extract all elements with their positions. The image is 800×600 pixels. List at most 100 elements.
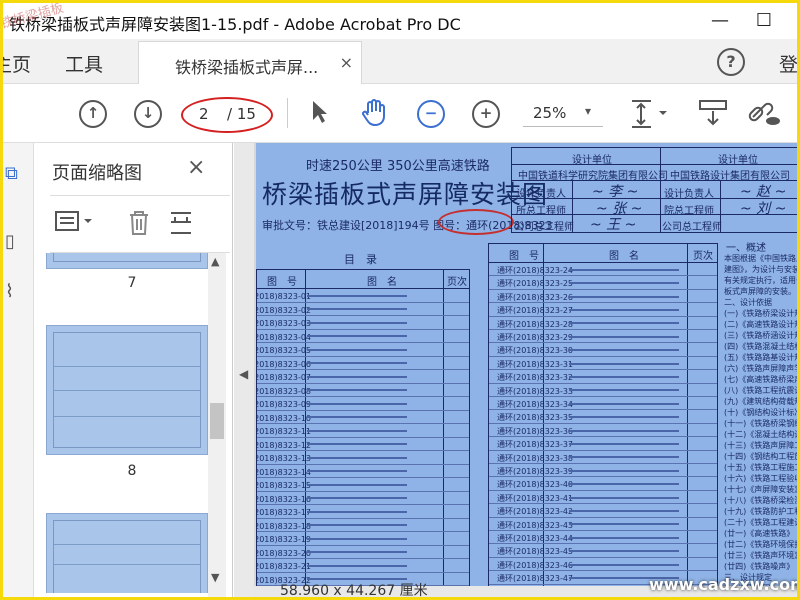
page-thumbnail-9[interactable] bbox=[46, 513, 208, 593]
document-view[interactable]: 时速250公里 350公里高速铁路 桥梁插板式声屏障安装图 审批文号：铁总建设[… bbox=[254, 143, 797, 597]
drawing-code: 通环(2018)8323-06 bbox=[256, 359, 312, 369]
pages-icon[interactable]: ⧉ bbox=[5, 163, 18, 184]
minimize-button[interactable]: — bbox=[705, 9, 735, 33]
watermark: www.cadzxw.com bbox=[649, 575, 800, 594]
drawing-name-scribble bbox=[569, 416, 679, 419]
note-line: 建图》，为设计与安装使用。 bbox=[724, 265, 797, 274]
scroll-up-icon[interactable]: ▲ bbox=[211, 255, 219, 268]
select-arrow-icon[interactable] bbox=[310, 99, 330, 131]
thumbnail-scrollbar[interactable]: ▲ ▼ bbox=[208, 253, 226, 597]
note-line: (十七)《声屏障安装》 bbox=[724, 485, 797, 494]
hand-tool-icon[interactable] bbox=[361, 99, 387, 133]
drawing-code: 通环(2018)8323-11 bbox=[256, 427, 312, 436]
drawing-code: 通环(2018)8323-15 bbox=[256, 481, 312, 490]
note-line: (十一)《铁路桥梁钢结构》 bbox=[724, 419, 797, 428]
drawing-code: 通环(2018)8323-31 bbox=[497, 359, 574, 369]
drawing-code: 通环(2018)8323-01 bbox=[256, 292, 312, 301]
design-unit-1: 中国铁道科学研究院集团有限公司 bbox=[518, 171, 668, 182]
note-line: (七)《高速铁路桥梁声屏障》 bbox=[724, 375, 797, 384]
drawing-code: 通环(2018)8323-14 bbox=[256, 467, 312, 477]
note-line: (廿四)《铁路噪声》 bbox=[724, 562, 795, 571]
drawing-code: 通环(2018)8323-24 bbox=[497, 266, 574, 275]
drawing-name-scribble bbox=[307, 551, 407, 554]
note-line: 二、设计依据 bbox=[724, 298, 772, 307]
maximize-button[interactable]: ☐ bbox=[749, 9, 779, 33]
drawing-code: 通环(2018)8323-46 bbox=[497, 560, 574, 570]
drawing-name-scribble bbox=[307, 497, 407, 500]
document-tab[interactable]: 铁桥梁插板式声屏... × bbox=[138, 41, 362, 84]
zoom-value: 25% bbox=[533, 104, 567, 122]
drawing-name-scribble bbox=[569, 442, 679, 445]
bookmark-icon[interactable]: ▯ bbox=[5, 231, 15, 252]
drawing-code: 通环(2018)8323-05 bbox=[256, 346, 312, 355]
zoom-in-icon[interactable]: + bbox=[472, 100, 500, 128]
scroll-down-icon[interactable]: ▼ bbox=[211, 571, 219, 584]
drawing-code: 通环(2018)8323-09 bbox=[256, 400, 312, 409]
menu-bar: 主页 工具 铁桥梁插板式声屏... × ? 登 bbox=[3, 39, 797, 84]
drawing-name-scribble bbox=[307, 308, 407, 311]
signature-mark: ~ 王 ~ bbox=[590, 217, 637, 233]
note-line: (二)《高速铁路设计规范》 bbox=[724, 320, 797, 329]
drawing-name-scribble bbox=[569, 469, 679, 472]
page-fit-icon[interactable] bbox=[629, 99, 669, 135]
toolbar: ↑ ↓ 2 / 15 − + 25% ▾ bbox=[3, 84, 797, 143]
link-icon[interactable] bbox=[747, 99, 781, 133]
extract-page-icon[interactable] bbox=[168, 210, 194, 242]
drawing-code: 通环(2018)8323-21 bbox=[256, 562, 312, 571]
drawing-code: 通环(2018)8323-17 bbox=[256, 508, 312, 517]
scrollbar-thumb[interactable] bbox=[210, 403, 224, 439]
signature-mark: ~ 刘 ~ bbox=[740, 201, 787, 217]
drawing-code: 通环(2018)8323-20 bbox=[256, 548, 312, 558]
panel-toolbar bbox=[50, 195, 230, 253]
prev-page-icon[interactable]: ↑ bbox=[79, 100, 107, 128]
col-page-header: 页次 bbox=[447, 277, 467, 288]
drawing-code: 通环(2018)8323-40 bbox=[497, 480, 574, 490]
drawing-code: 通环(2018)8323-32 bbox=[497, 373, 574, 383]
zoom-select[interactable]: 25% ▾ bbox=[523, 100, 603, 127]
drawing-code: 通环(2018)8323-37 bbox=[497, 440, 574, 450]
drawing-name-scribble bbox=[569, 322, 679, 325]
next-page-icon[interactable]: ↓ bbox=[134, 100, 162, 128]
note-line: 板式声屏障的安装。 bbox=[724, 287, 796, 296]
title-bar: 铁桥梁插板式声屏障安装图1-15.pdf - Adobe Acrobat Pro… bbox=[3, 3, 797, 39]
drawing-name-scribble bbox=[569, 483, 679, 486]
drawing-name-scribble bbox=[307, 483, 407, 486]
panel-collapse-handle[interactable]: ◀ bbox=[234, 143, 254, 597]
drawing-name-scribble bbox=[307, 443, 407, 446]
page-thumbnail-7[interactable] bbox=[46, 253, 208, 269]
drawing-code: 通环(2018)8323-47 bbox=[497, 574, 574, 584]
drawing-name-scribble bbox=[307, 456, 407, 459]
drawing-code: 通环(2018)8323-45 bbox=[497, 547, 574, 557]
acrobat-window: 铁桥梁插板式声屏障安装图1-15.pdf - Adobe Acrobat Pro… bbox=[0, 0, 800, 600]
panel-close-icon[interactable]: × bbox=[187, 155, 205, 180]
zoom-out-icon[interactable]: − bbox=[417, 100, 445, 128]
home-tab[interactable]: 主页 bbox=[3, 50, 31, 77]
collapse-arrow-icon: ◀ bbox=[239, 367, 249, 381]
tools-tab[interactable]: 工具 bbox=[65, 50, 103, 77]
drawing-code: 通环(2018)8323-30 bbox=[497, 346, 574, 356]
delete-page-icon[interactable] bbox=[126, 210, 152, 242]
drawing-code: 通环(2018)8323-44 bbox=[497, 534, 574, 543]
thumbnail-options-icon[interactable] bbox=[54, 210, 96, 240]
drawing-name-scribble bbox=[569, 429, 679, 432]
drawing-code: 通环(2018)8323-34 bbox=[497, 400, 574, 409]
login-button[interactable]: 登 bbox=[779, 50, 797, 77]
note-line: (十六)《铁路工程验收》 bbox=[724, 474, 797, 483]
attachment-icon[interactable]: ⌇ bbox=[5, 281, 14, 302]
note-line: (廿二)《铁路环境保护》 bbox=[724, 540, 797, 549]
design-unit-label: 设计单位 bbox=[572, 155, 612, 166]
page-number-input[interactable]: 2 bbox=[199, 105, 209, 123]
note-line: (十九)《铁路防护工程》 bbox=[724, 507, 797, 516]
drawing-name-scribble bbox=[569, 523, 679, 526]
page-thumbnail-8[interactable] bbox=[46, 325, 208, 455]
drawing-code: 通环(2018)8323-38 bbox=[497, 453, 574, 463]
drawing-name-scribble bbox=[569, 389, 679, 392]
left-nav-strip: ⧉ ▯ ⌇ bbox=[3, 143, 34, 597]
tab-close-icon[interactable]: × bbox=[340, 53, 353, 72]
note-line: (二十)《铁路工程建设》 bbox=[724, 518, 797, 527]
keyboard-download-icon[interactable] bbox=[698, 99, 728, 133]
col-code-header-2: 图 号 bbox=[509, 251, 539, 262]
doc-title: 桥梁插板式声屏障安装图 bbox=[262, 180, 549, 209]
help-icon[interactable]: ? bbox=[717, 48, 745, 76]
drawing-code: 通环(2018)8323-26 bbox=[497, 292, 574, 302]
